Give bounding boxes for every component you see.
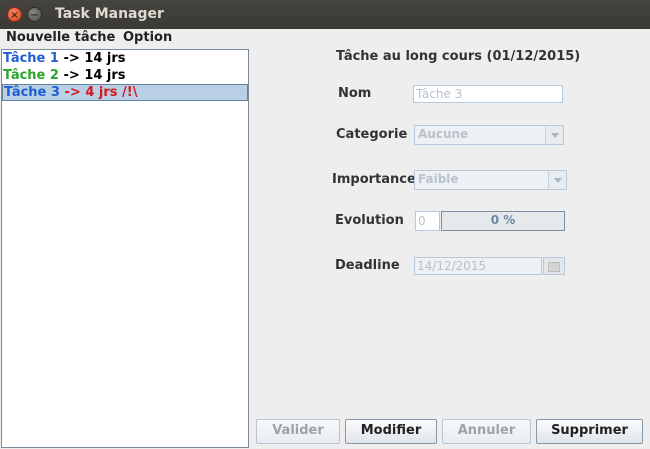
annuler-button[interactable]: Annuler [442,419,531,444]
task-duration: 14 jrs [84,68,126,83]
nom-field[interactable]: Tâche 3 [413,85,563,103]
categorie-label: Categorie [336,127,408,142]
task-name: Tâche 1 [3,51,59,66]
importance-label: Importance [332,172,416,187]
importance-value: Faible [418,172,459,186]
evolution-progress-bar: 0 % [441,211,565,231]
task-arrow: -> [63,68,80,83]
task-duration: 4 jrs [85,85,118,100]
categorie-select[interactable]: Aucune [414,125,564,145]
detail-header: Tâche au long cours (01/12/2015) [336,49,581,64]
nom-label: Nom [338,86,372,101]
task-list-item-3[interactable]: Tâche 3 -> 4 jrs /!\ [2,84,248,101]
modifier-button[interactable]: Modifier [345,419,437,444]
evolution-field[interactable]: 0 [415,211,440,231]
task-arrow: -> [64,85,81,100]
importance-select[interactable]: Faible [414,170,567,190]
task-name: Tâche 2 [3,68,59,83]
deadline-label: Deadline [335,258,400,273]
title-bar: × − Task Manager [0,0,650,29]
window-title: Task Manager [55,6,164,22]
menu-bar: Nouvelle tâche Option [0,29,650,48]
task-duration: 14 jrs [84,51,126,66]
minimize-icon[interactable]: − [27,7,42,22]
task-name: Tâche 3 [4,85,60,100]
close-icon[interactable]: × [7,7,22,22]
task-list[interactable]: Tâche 1 -> 14 jrs Tâche 2 -> 14 jrs Tâch… [1,49,249,448]
calendar-icon[interactable] [543,257,565,275]
task-arrow: -> [63,51,80,66]
valider-button[interactable]: Valider [256,419,340,444]
task-warning: /!\ [122,85,138,100]
menu-nouvelle-tache[interactable]: Nouvelle tâche [6,30,115,45]
task-list-item-2[interactable]: Tâche 2 -> 14 jrs [2,67,248,84]
task-list-item-1[interactable]: Tâche 1 -> 14 jrs [2,50,248,67]
evolution-label: Evolution [335,213,404,228]
supprimer-button[interactable]: Supprimer [536,419,643,444]
categorie-value: Aucune [418,127,469,141]
chevron-down-icon[interactable] [545,126,563,144]
chevron-down-icon[interactable] [548,171,566,189]
menu-option[interactable]: Option [123,30,172,45]
deadline-field[interactable]: 14/12/2015 [414,257,542,275]
